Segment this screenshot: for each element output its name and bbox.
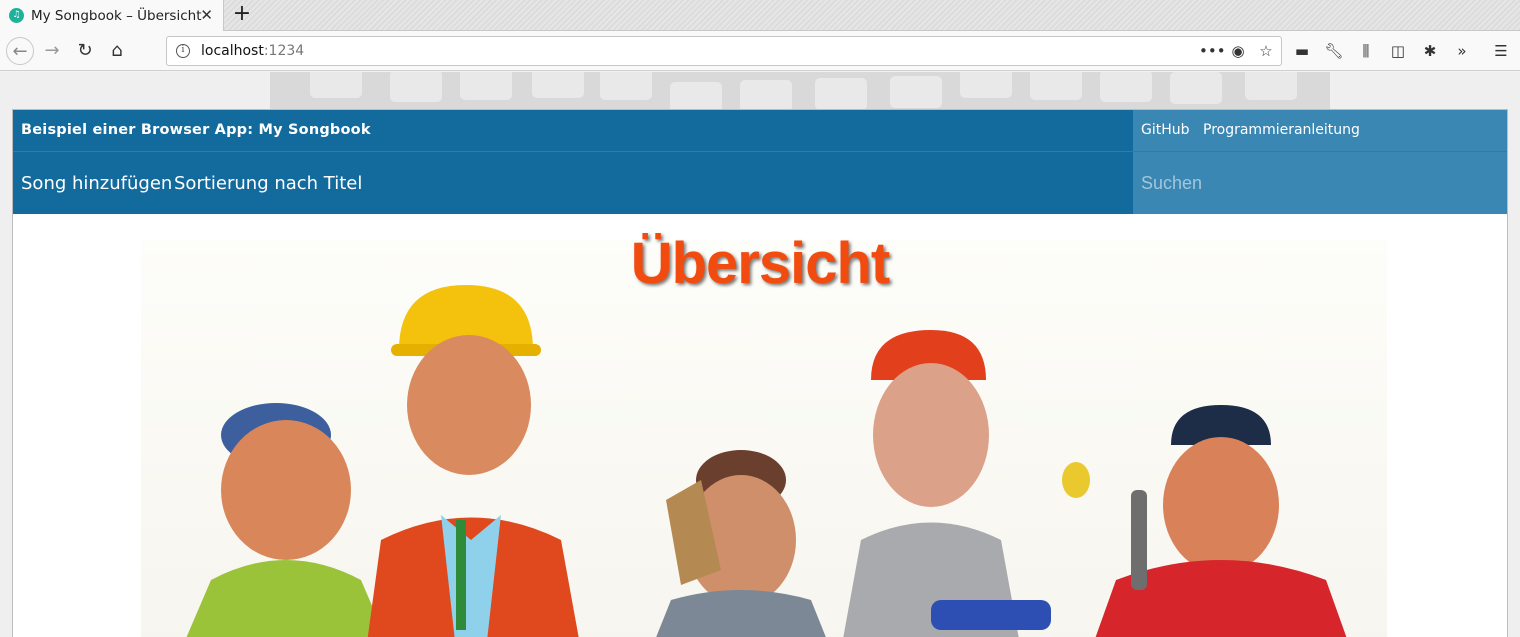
forward-arrow-icon[interactable]: → [38,37,66,65]
wrench-icon[interactable]: 🔧︎ [1322,39,1346,63]
page-actions-icon[interactable]: ••• [1199,40,1226,62]
app-menubar: Song hinzufügen Sortierung nach Titel [13,152,1507,214]
pocket-icon[interactable]: ◉ [1227,40,1249,62]
browser-tabbar: ♫ My Songbook – Übersicht ✕ + [0,0,1520,31]
reload-icon[interactable]: ↻ [71,37,99,65]
app-topbar: Beispiel einer Browser App: My Songbook … [13,110,1507,151]
sortierung-nach-titel-button[interactable]: Sortierung nach Titel [174,173,362,194]
tab-title: My Songbook – Übersicht [31,7,202,24]
home-icon[interactable]: ⌂ [103,37,131,65]
keyboard-background-image [270,72,1330,114]
url-text[interactable]: localhost:1234 [201,43,304,59]
worker-figure-red-cap [843,330,1090,637]
search-input[interactable] [1133,152,1507,214]
sidebar-bar-icon[interactable]: ▬ [1290,39,1314,63]
programmieranleitung-link[interactable]: Programmieranleitung [1203,122,1360,138]
back-arrow-icon[interactable]: ← [6,37,34,65]
info-icon[interactable]: i [176,44,190,58]
url-bar[interactable]: i localhost:1234 ••• ◉ ☆ [166,36,1282,66]
worker-figure-yellow-helmet [367,285,579,637]
worker-figure-blue-cap [186,403,386,637]
bookmark-star-icon[interactable]: ☆ [1255,40,1277,62]
page-viewport: Beispiel einer Browser App: My Songbook … [0,72,1520,637]
worker-figure-small [656,450,826,637]
overflow-chevron-icon[interactable]: » [1450,39,1474,63]
library-icon[interactable]: ⫼ [1354,39,1378,63]
github-link[interactable]: GitHub [1141,122,1190,138]
worker-figure-plumber [1095,405,1347,637]
topbar-links: GitHub Programmieranleitung [1133,110,1507,151]
workers-hero-image [141,240,1387,637]
hamburger-menu-icon[interactable]: ☰ [1489,39,1513,63]
new-tab-icon[interactable]: + [230,2,254,26]
songbook-favicon-icon: ♫ [9,8,24,23]
sidebar-toggle-icon[interactable]: ◫ [1386,39,1410,63]
songbook-app: Beispiel einer Browser App: My Songbook … [12,109,1508,637]
browser-navbar: ← → ↻ ⌂ i localhost:1234 ••• ◉ ☆ ▬ 🔧︎ ⫼ … [0,31,1520,71]
extension-icon[interactable]: ✱ [1418,39,1442,63]
page-title: Übersicht [630,231,891,296]
song-hinzufuegen-button[interactable]: Song hinzufügen [21,173,172,194]
close-tab-icon[interactable]: ✕ [200,6,213,24]
browser-tab[interactable]: ♫ My Songbook – Übersicht ✕ [0,0,224,31]
app-brand[interactable]: Beispiel einer Browser App: My Songbook [21,122,371,138]
